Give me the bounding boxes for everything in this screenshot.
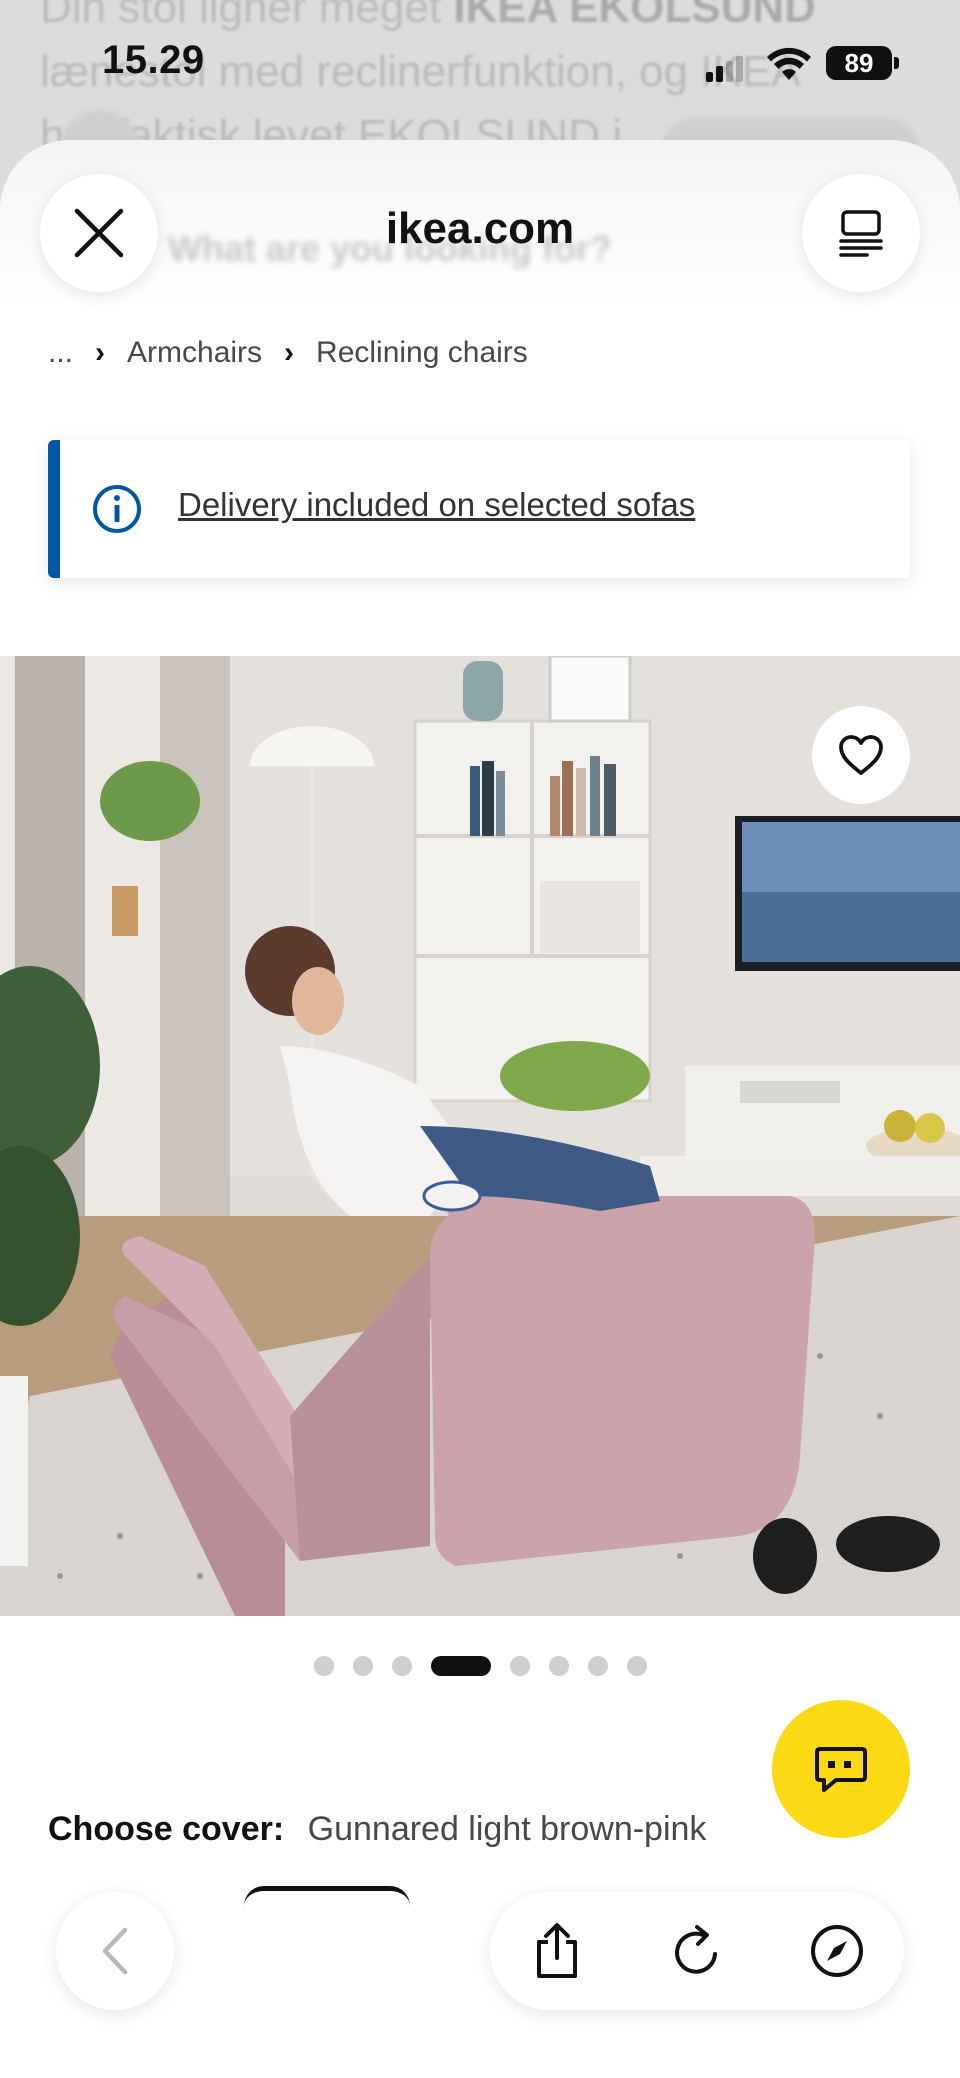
delivery-banner-link[interactable]: Delivery included on selected sofas — [178, 486, 695, 524]
reload-icon — [675, 1925, 717, 1974]
breadcrumb-ellipsis[interactable]: ... — [48, 336, 73, 370]
compass-button[interactable] — [806, 1920, 868, 1982]
chat-icon — [815, 1747, 867, 1792]
toolbar-actions — [490, 1892, 904, 2010]
cover-value: Gunnared light brown-pink — [307, 1810, 707, 1848]
product-image[interactable] — [0, 656, 960, 1616]
cellular-signal-icon — [706, 56, 743, 82]
carousel-dot-active[interactable] — [430, 1656, 491, 1676]
cover-label: Choose cover: — [48, 1810, 285, 1848]
breadcrumb-reclining-chairs[interactable]: Reclining chairs — [316, 336, 528, 370]
carousel-dot[interactable] — [626, 1656, 647, 1676]
heart-icon — [839, 735, 883, 775]
compass-icon — [811, 1925, 863, 1977]
reader-mode-button[interactable] — [802, 174, 920, 292]
carousel-dots — [0, 1656, 960, 1676]
banner-accent-bar — [48, 440, 60, 578]
chat-button[interactable] — [772, 1700, 910, 1838]
chevron-left-icon — [102, 1927, 128, 1975]
carousel-dot[interactable] — [391, 1656, 412, 1676]
carousel-dot[interactable] — [587, 1656, 608, 1676]
carousel-dot[interactable] — [352, 1656, 373, 1676]
reload-button[interactable] — [666, 1920, 728, 1982]
choose-cover-row: Choose cover: Gunnared light brown-pink — [48, 1810, 706, 1849]
wifi-icon — [767, 47, 811, 80]
breadcrumb: ... › Armchairs › Reclining chairs — [48, 336, 528, 370]
delivery-banner: Delivery included on selected sofas — [48, 440, 910, 578]
carousel-dot[interactable] — [313, 1656, 334, 1676]
breadcrumb-armchairs[interactable]: Armchairs — [127, 336, 262, 370]
chevron-right-icon: › — [95, 336, 106, 369]
chevron-right-icon: › — [284, 336, 295, 369]
share-icon — [537, 1923, 577, 1978]
carousel-dot[interactable] — [548, 1656, 569, 1676]
browser-sheet: What are you looking for? ikea.com ... ›… — [0, 140, 960, 2078]
favorite-button[interactable] — [812, 706, 910, 804]
browser-toolbar — [0, 1880, 960, 2078]
info-icon — [93, 485, 141, 533]
back-button[interactable] — [56, 1892, 174, 2010]
share-button[interactable] — [526, 1920, 588, 1982]
product-photo-illustration — [0, 656, 960, 1616]
status-bar: 15.29 89 — [0, 0, 960, 130]
battery-indicator: 89 — [826, 46, 892, 80]
battery-tip — [894, 57, 899, 69]
status-time: 15.29 — [102, 38, 205, 82]
carousel-dot[interactable] — [509, 1656, 530, 1676]
reader-mode-icon — [839, 210, 883, 257]
